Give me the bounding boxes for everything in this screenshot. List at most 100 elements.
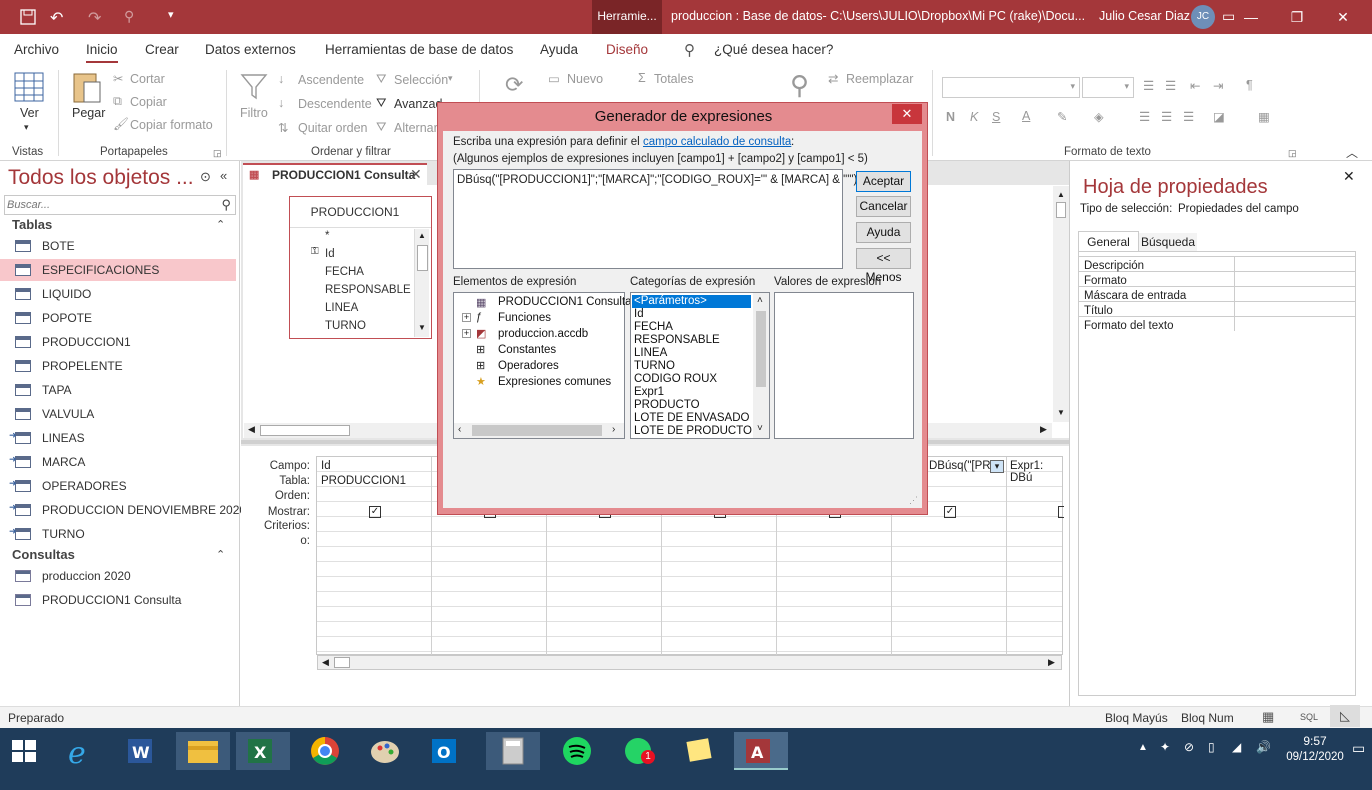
tab-datos-externos[interactable]: Datos externos [205,42,296,57]
tree-hscroll[interactable]: ‹ › [454,423,624,438]
tree-item[interactable]: Operadores [498,360,559,372]
nav-item-table[interactable]: TURNO ➜ [0,523,236,545]
dialog-launcher-icon[interactable]: ◲ [1288,148,1297,159]
quick-access-icon[interactable]: ⚲ [124,8,134,25]
sort-desc-icon[interactable]: ↓ [278,96,284,110]
align-left-icon[interactable]: ☰ [1139,109,1150,124]
underline-icon[interactable]: S [992,110,1000,124]
show-hidden-icons[interactable]: ▲ [1138,742,1148,753]
nav-item-table[interactable]: PRODUCCION DENOVIEMBRE 2020 ➜ [0,499,246,521]
scroll-left-icon[interactable]: ◀ [248,424,255,435]
ascending-button[interactable]: Ascendente [298,73,364,87]
expression-elements-tree[interactable]: ▦ PRODUCCION1 Consulta + ƒ Funciones + ◩… [453,292,632,439]
field-item[interactable]: Id [325,248,335,260]
copy-icon[interactable]: ⧉ [113,94,122,109]
fill-color-icon[interactable]: ◈ [1094,109,1104,124]
selection-icon[interactable]: ⛛ [376,72,387,87]
tab-diseno[interactable]: Diseño [606,42,648,57]
tell-me-box[interactable]: ¿Qué desea hacer? [714,42,833,57]
scroll-down-icon[interactable]: ▼ [418,323,426,332]
nav-item-table[interactable]: TAPA [0,379,236,401]
new-button[interactable]: Nuevo [567,72,603,86]
clock-date[interactable]: 09/12/2020 [1284,751,1346,763]
tab-general[interactable]: General [1078,231,1139,252]
font-color-icon[interactable]: A [1022,109,1030,123]
field-dropdown-icon[interactable]: ▾ [990,460,1004,473]
consultas-header[interactable]: Consultas [12,547,75,562]
view-dropdown-icon[interactable]: ▾ [24,122,29,133]
table-pane-vscroll[interactable]: ▲ ▼ [1053,186,1069,422]
scroll-down-icon[interactable]: ▼ [1057,408,1065,417]
list-item[interactable]: <Parámetros> [634,295,707,307]
nav-search-input[interactable] [7,197,212,213]
remove-sort-button[interactable]: Quitar orden [298,121,367,135]
tab-inicio[interactable]: Inicio [86,42,118,63]
alternate-row-icon[interactable]: ◪ [1213,109,1225,124]
scroll-right-icon[interactable]: ▶ [1048,657,1055,668]
cut-button[interactable]: Cortar [130,72,165,86]
totals-icon[interactable]: Σ [638,71,646,85]
field-item[interactable]: FECHA [325,266,364,278]
scroll-right-icon[interactable]: › [612,424,615,435]
tree-item[interactable]: produccion.accdb [498,328,588,340]
sort-asc-icon[interactable]: ↓ [278,72,284,86]
search-icon[interactable]: ⚲ [221,197,231,213]
view-button[interactable]: Ver [20,106,39,120]
spotify-icon[interactable] [550,732,604,770]
scroll-down-icon[interactable]: ˅ [757,423,763,434]
close-window-button[interactable]: ✕ [1320,0,1366,34]
bullets-icon[interactable]: ☰ [1143,78,1154,93]
paste-button[interactable]: Pegar [72,106,105,120]
nav-item-table[interactable]: LIQUIDO [0,283,236,305]
context-tab[interactable]: Herramie... [592,0,662,34]
advanced-filter-icon[interactable]: ⛛ [376,96,387,111]
field-item[interactable]: * [325,230,329,242]
tab-ayuda[interactable]: Ayuda [540,42,578,57]
nav-item-table[interactable]: ESPECIFICACIONES [0,259,236,281]
descending-button[interactable]: Descendente [298,97,372,111]
list-item[interactable]: Expr1 [634,386,664,398]
table-field-list[interactable]: PRODUCCION1 * ⚿ Id FECHA RESPONSABLE LIN… [289,196,432,339]
remove-sort-icon[interactable]: ⇅ [278,120,288,135]
dialog-launcher-icon[interactable]: ◲ [213,148,222,159]
user-name[interactable]: Julio Cesar Diaz [1099,9,1190,23]
expand-icon[interactable]: + [462,329,471,338]
refresh-icon[interactable]: ⟳ [505,72,523,98]
collapse-ribbon-icon[interactable]: ︿ [1346,144,1358,161]
gridlines-icon[interactable]: ▦ [1258,109,1270,124]
nav-item-table[interactable]: BOTE [0,235,236,257]
collapse-consultas-icon[interactable]: ⌃ [216,548,225,561]
dropbox-icon[interactable]: ✦ [1160,740,1170,754]
scroll-left-icon[interactable]: ‹ [458,424,461,435]
datasheet-view-icon[interactable] [14,72,44,102]
nav-search-box[interactable]: ⚲ [4,195,236,215]
property-row[interactable]: Formato del texto [1084,320,1173,332]
toggle-filter-button[interactable]: Alternar [394,121,438,135]
scroll-up-icon[interactable]: ˄ [757,295,763,306]
format-painter-icon[interactable]: 🖌 [113,117,129,132]
cut-icon[interactable]: ✂ [113,71,123,86]
grid-hscroll[interactable]: ◀ ▶ [317,655,1062,670]
list-item[interactable]: RESPONSABLE [634,334,720,346]
nav-pane-title[interactable]: Todos los objetos ... [8,166,194,190]
field-list-scrollbar[interactable]: ▲ ▼ [414,229,429,337]
document-tab[interactable]: ▦ PRODUCCION1 Consulta ✕ [243,163,427,185]
scroll-right-icon[interactable]: ▶ [1040,424,1047,435]
excel-icon[interactable]: X [236,732,290,770]
paragraph-direction-icon[interactable]: ¶ [1246,78,1253,92]
categories-vscroll[interactable]: ˄ ˅ [753,293,769,438]
nav-item-table[interactable]: MARCA ➜ [0,451,236,473]
chrome-icon[interactable] [298,732,352,770]
paint-icon[interactable] [358,732,412,770]
nav-item-query[interactable]: produccion 2020 [0,565,236,587]
tree-item[interactable]: PRODUCCION1 Consulta [498,296,632,308]
nav-item-table[interactable]: POPOTE [0,307,236,329]
grid-table-cell[interactable]: PRODUCCION1 [321,475,406,487]
font-name-combo[interactable]: ▾ [942,77,1080,98]
whatsapp-icon[interactable]: 1 [612,732,666,770]
expression-values-list[interactable] [774,292,914,439]
toggle-filter-icon[interactable]: ⛛ [376,120,387,135]
property-row[interactable]: Máscara de entrada [1084,290,1186,302]
copy-button[interactable]: Copiar [130,95,167,109]
scroll-thumb[interactable] [472,425,602,436]
